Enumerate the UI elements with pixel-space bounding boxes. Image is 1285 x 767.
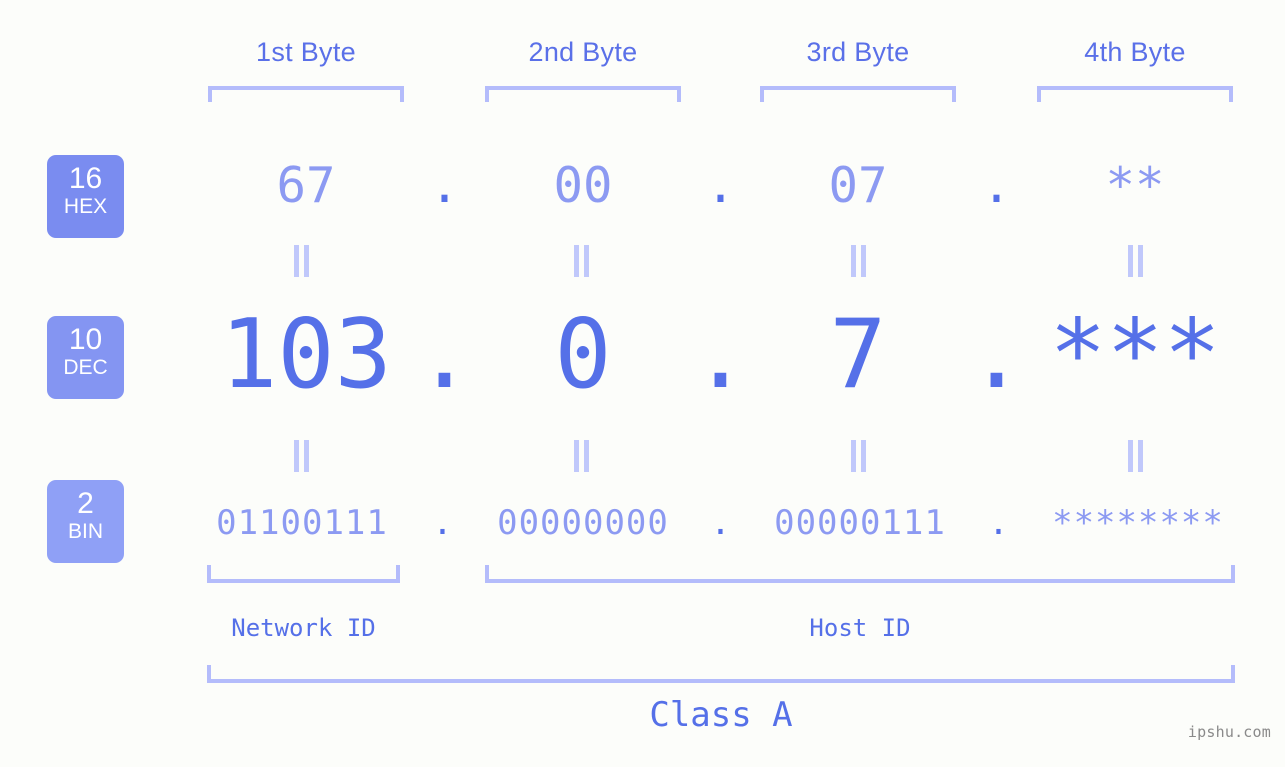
- dec-separator-1: .: [415, 300, 474, 410]
- base-badge-hex: 16 HEX: [47, 155, 124, 238]
- base-badge-hex-number: 16: [68, 162, 103, 195]
- hex-separator-2: .: [705, 157, 736, 214]
- equals-connector-dec-bin-4: [1122, 440, 1148, 472]
- bin-byte-4: ********: [1052, 503, 1224, 543]
- dec-byte-1: 103: [220, 300, 392, 410]
- byte-header-4: 4th Byte: [1084, 37, 1186, 67]
- equals-connector-dec-bin-2: [568, 440, 594, 472]
- dec-byte-2: 0: [554, 300, 612, 410]
- host-id-label: Host ID: [809, 614, 911, 642]
- ip-breakdown-diagram: 1st Byte 2nd Byte 3rd Byte 4th Byte 16 H…: [0, 0, 1285, 767]
- dec-separator-3: .: [967, 300, 1026, 410]
- hex-separator-1: .: [429, 157, 460, 214]
- byte-header-3: 3rd Byte: [806, 37, 910, 67]
- byte-bracket-1: [208, 86, 404, 102]
- class-label: Class A: [649, 695, 793, 735]
- base-badge-bin: 2 BIN: [47, 480, 124, 563]
- byte-bracket-4: [1037, 86, 1233, 102]
- hex-byte-3: 07: [828, 157, 888, 214]
- network-id-label: Network ID: [231, 614, 376, 642]
- dec-byte-3: 7: [829, 300, 887, 410]
- byte-header-2: 2nd Byte: [528, 37, 638, 67]
- equals-connector-hex-dec-2: [568, 245, 594, 277]
- equals-connector-dec-bin-3: [845, 440, 871, 472]
- base-badge-dec: 10 DEC: [47, 316, 124, 399]
- bin-separator-1: .: [432, 503, 453, 543]
- site-watermark: ipshu.com: [1187, 723, 1271, 741]
- hex-byte-2: 00: [553, 157, 613, 214]
- dec-byte-4: ***: [1049, 300, 1221, 410]
- equals-connector-hex-dec-1: [288, 245, 314, 277]
- equals-connector-hex-dec-3: [845, 245, 871, 277]
- host-id-bracket: [485, 565, 1235, 583]
- bin-byte-3: 00000111: [774, 503, 946, 543]
- hex-byte-1: 67: [276, 157, 336, 214]
- equals-connector-hex-dec-4: [1122, 245, 1148, 277]
- hex-separator-3: .: [981, 157, 1012, 214]
- network-id-bracket: [207, 565, 400, 583]
- base-badge-hex-abbr: HEX: [63, 195, 108, 218]
- equals-connector-dec-bin-1: [288, 440, 314, 472]
- base-badge-bin-abbr: BIN: [67, 520, 103, 543]
- byte-bracket-2: [485, 86, 681, 102]
- bin-byte-1: 01100111: [216, 503, 388, 543]
- byte-header-1: 1st Byte: [256, 37, 356, 67]
- bin-separator-3: .: [988, 503, 1009, 543]
- class-bracket: [207, 665, 1235, 683]
- base-badge-dec-number: 10: [68, 323, 103, 356]
- byte-bracket-3: [760, 86, 956, 102]
- dec-separator-2: .: [691, 300, 750, 410]
- bin-separator-2: .: [710, 503, 731, 543]
- hex-byte-4: **: [1105, 157, 1165, 214]
- bin-byte-2: 00000000: [497, 503, 669, 543]
- base-badge-dec-abbr: DEC: [63, 356, 108, 379]
- base-badge-bin-number: 2: [77, 487, 94, 520]
